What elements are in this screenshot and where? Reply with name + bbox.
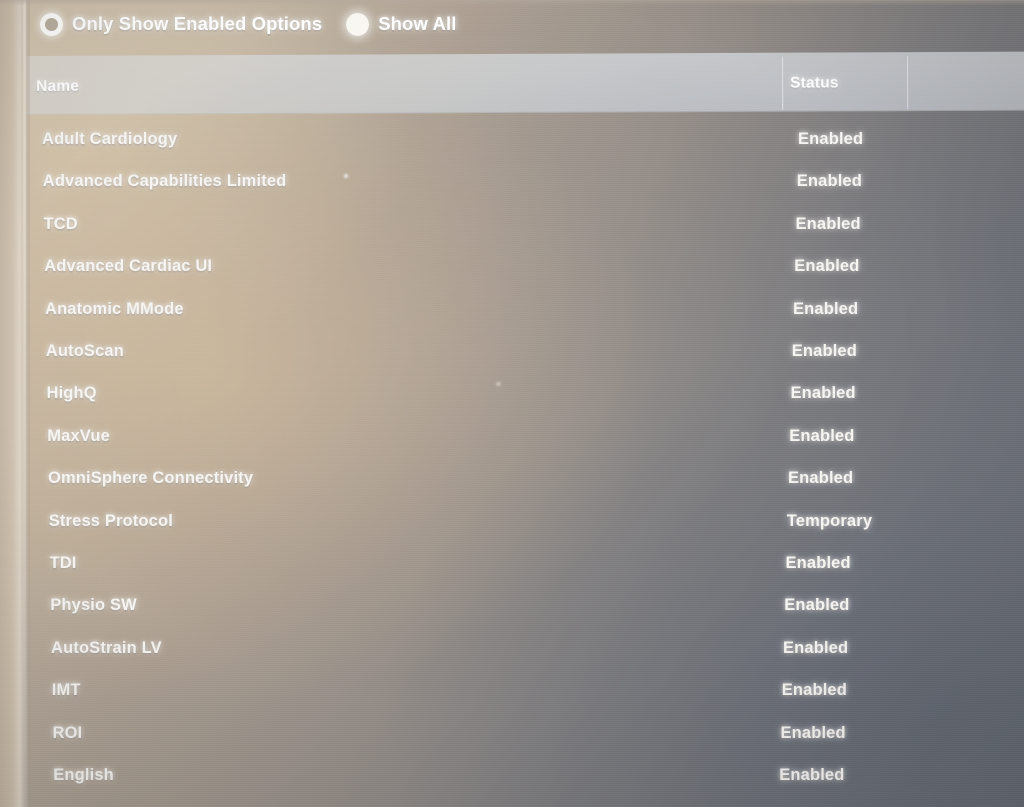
cell-option-status: Enabled <box>796 172 862 191</box>
panel-top-edge <box>0 0 1024 6</box>
cell-option-status: Enabled <box>785 554 851 572</box>
radio-ring-icon[interactable] <box>40 12 63 36</box>
cell-option-status: Enabled <box>790 384 856 403</box>
radio-option-label: Show All <box>378 13 457 34</box>
column-header-name[interactable]: Name <box>36 78 79 96</box>
table-row[interactable]: HighQ Enabled <box>0 378 1024 412</box>
cell-option-name: Advanced Cardiac UI <box>44 257 213 276</box>
cell-option-name: Adult Cardiology <box>42 130 178 148</box>
cell-option-name: Stress Protocol <box>48 511 173 530</box>
options-screen: Only Show Enabled Options Show All Name … <box>0 0 1024 807</box>
cell-option-status: Enabled <box>794 257 860 276</box>
cell-option-name: HighQ <box>46 384 97 403</box>
table-row[interactable]: Stress Protocol Temporary <box>0 506 1024 540</box>
table-row[interactable]: Advanced Capabilities Limited Enabled <box>0 166 1024 200</box>
cell-option-name: TCD <box>43 214 78 233</box>
table-row[interactable]: Advanced Cardiac UI Enabled <box>0 251 1024 285</box>
radio-filled-icon[interactable] <box>346 12 370 36</box>
cell-option-status: Enabled <box>781 681 847 700</box>
cell-option-status: Enabled <box>780 723 846 742</box>
header-light-wash <box>25 51 1024 115</box>
cell-option-name: AutoScan <box>45 342 124 360</box>
table-row[interactable]: English Enabled <box>0 760 1024 794</box>
table-row[interactable]: Physio SW Enabled <box>0 590 1024 624</box>
cell-option-status: Enabled <box>788 469 854 488</box>
cell-option-name: ROI <box>52 723 83 742</box>
table-row[interactable]: ROI Enabled <box>0 718 1024 752</box>
table-row[interactable]: IMT Enabled <box>0 675 1024 709</box>
radio-option-label: Only Show Enabled Options <box>72 13 323 34</box>
cell-option-status: Enabled <box>784 596 850 615</box>
cell-option-status: Enabled <box>789 426 855 445</box>
column-header-status[interactable]: Status <box>790 74 839 92</box>
radio-option-only-show-enabled[interactable]: Only Show Enabled Options <box>40 12 323 36</box>
header-column-divider <box>782 56 784 110</box>
cell-option-name: Advanced Capabilities Limited <box>42 172 287 191</box>
cell-option-name: AutoStrain LV <box>51 638 162 657</box>
cell-option-status: Enabled <box>783 638 849 657</box>
cell-option-name: OmniSphere Connectivity <box>48 469 254 488</box>
filter-radio-group: Only Show Enabled Options Show All <box>0 0 1024 48</box>
radio-option-show-all[interactable]: Show All <box>346 12 457 36</box>
table-row[interactable]: AutoScan Enabled <box>0 336 1024 370</box>
cell-option-status: Temporary <box>786 511 873 530</box>
cell-option-name: English <box>53 766 114 784</box>
table-row[interactable]: TDI Enabled <box>0 548 1024 582</box>
cell-option-name: MaxVue <box>47 426 110 445</box>
table-row[interactable]: MaxVue Enabled <box>0 421 1024 455</box>
table-row[interactable]: TCD Enabled <box>0 209 1024 243</box>
cell-option-name: IMT <box>51 681 81 700</box>
header-column-divider <box>907 56 909 110</box>
cell-option-status: Enabled <box>798 130 864 148</box>
cell-option-status: Enabled <box>793 299 859 318</box>
cell-option-name: Physio SW <box>50 596 137 615</box>
cell-option-name: TDI <box>49 554 77 572</box>
cell-option-status: Enabled <box>791 342 857 360</box>
table-row[interactable]: OmniSphere Connectivity Enabled <box>0 463 1024 497</box>
table-row[interactable]: Anatomic MMode Enabled <box>0 294 1024 328</box>
cell-option-status: Enabled <box>779 766 845 784</box>
table-row[interactable]: AutoStrain LV Enabled <box>0 633 1024 667</box>
panel-left-edge-highlight <box>23 0 26 807</box>
table-header: Name Status <box>25 51 1024 115</box>
cell-option-status: Enabled <box>795 214 861 233</box>
cell-option-name: Anatomic MMode <box>45 299 184 318</box>
table-row[interactable]: Adult Cardiology Enabled <box>0 124 1024 158</box>
